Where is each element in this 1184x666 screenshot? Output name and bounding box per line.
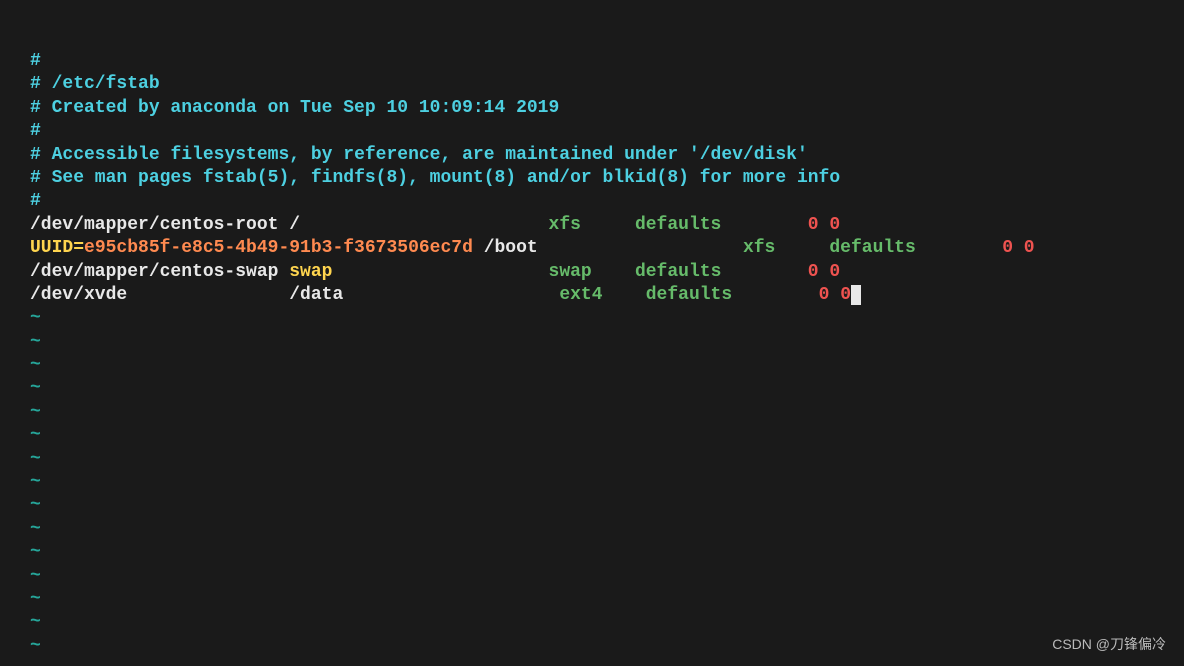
empty-line: ~: [30, 565, 1184, 588]
fstab-entry-boot: UUID=e95cb85f-e8c5-4b49-91b3-f3673506ec7…: [30, 237, 1184, 260]
empty-line: ~: [30, 377, 1184, 400]
empty-line: ~: [30, 331, 1184, 354]
empty-line: ~: [30, 518, 1184, 541]
empty-line: ~: [30, 307, 1184, 330]
empty-line: ~: [30, 494, 1184, 517]
text-cursor: [851, 285, 861, 305]
empty-line: ~: [30, 424, 1184, 447]
empty-line: ~: [30, 354, 1184, 377]
comment-line: #: [30, 190, 1184, 213]
comment-line: # Accessible filesystems, by reference, …: [30, 144, 1184, 167]
fstab-entry-swap: /dev/mapper/centos-swap swap swap defaul…: [30, 261, 1184, 284]
empty-line: ~: [30, 588, 1184, 611]
empty-line: ~: [30, 448, 1184, 471]
empty-line: ~: [30, 611, 1184, 634]
fstab-entry-root: /dev/mapper/centos-root / xfs defaults 0…: [30, 214, 1184, 237]
comment-line: # See man pages fstab(5), findfs(8), mou…: [30, 167, 1184, 190]
terminal-editor[interactable]: { "comments": { "l1": "#", "l2": "# /etc…: [0, 0, 1184, 666]
empty-line: ~: [30, 401, 1184, 424]
empty-line: ~: [30, 471, 1184, 494]
comment-line: #: [30, 50, 1184, 73]
comment-line: #: [30, 120, 1184, 143]
watermark-text: CSDN @刀锋偏冷: [1052, 634, 1166, 654]
empty-line: ~: [30, 541, 1184, 564]
comment-line: # Created by anaconda on Tue Sep 10 10:0…: [30, 97, 1184, 120]
comment-line: # /etc/fstab: [30, 73, 1184, 96]
empty-line: ~: [30, 635, 1184, 658]
fstab-entry-data: /dev/xvde /data ext4 defaults 0 0: [30, 284, 1184, 307]
